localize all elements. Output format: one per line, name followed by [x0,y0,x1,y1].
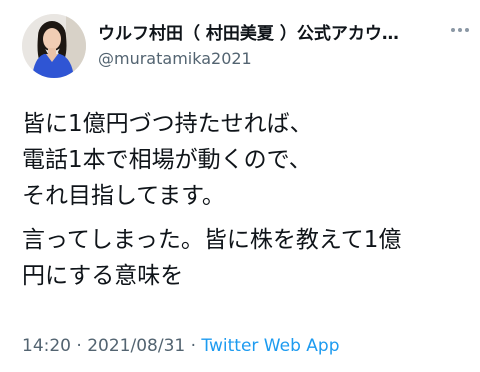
meta-separator: · [71,336,88,356]
dot [458,28,462,32]
tweet-card: ウルフ村田（ 村田美夏 ）公式アカウ… @muratamika2021 皆に1億… [0,0,480,372]
tweet-date[interactable]: 2021/08/31 [87,336,185,356]
tweet-text-paragraph-2: 言ってしまった。皆に株を教えて1億 円にする意味を [22,227,402,289]
profile-photo-icon [22,14,86,78]
tweet-text-paragraph-1: 皆に1億円づつ持たせれば、 電話1本で相場が動くので、 それ目指してます。 [22,111,313,209]
dot [465,28,469,32]
meta-separator: · [185,336,202,356]
tweet-time[interactable]: 14:20 [22,336,71,356]
tweet-metadata: 14:20 · 2021/08/31 · Twitter Web App [22,336,339,356]
more-options-icon[interactable] [446,22,474,38]
tweet-source-link[interactable]: Twitter Web App [201,336,339,356]
avatar[interactable] [22,14,86,78]
dot [451,28,455,32]
display-name[interactable]: ウルフ村田（ 村田美夏 ）公式アカウ… [98,19,438,44]
user-handle[interactable]: @muratamika2021 [98,49,252,68]
